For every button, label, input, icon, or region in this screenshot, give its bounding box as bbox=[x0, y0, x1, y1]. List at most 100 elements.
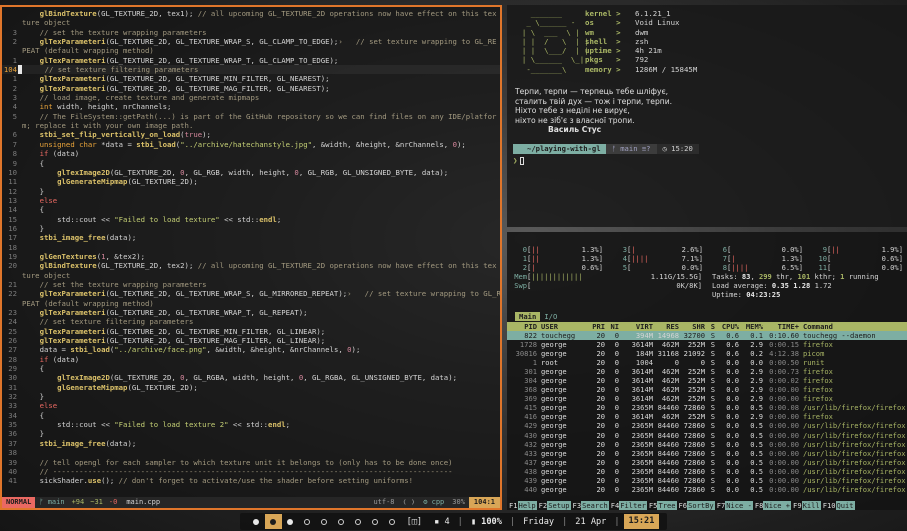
fkey-button[interactable]: F9 Kill bbox=[791, 501, 821, 510]
code-line[interactable]: 39 // tell opengl for each sampler to wh… bbox=[2, 458, 500, 467]
htop-window[interactable]: 0[|| 1.3%] 3[| 2.6%] 6[0.0%] 9[|| 1.9%] 1[|| 1.3… bbox=[507, 232, 907, 510]
code-line[interactable]: 41 sickShader.use(); // don't forget to … bbox=[2, 476, 500, 485]
code-line[interactable]: glBindTexture(GL_TEXTURE_2D, tex1); // a… bbox=[2, 9, 500, 18]
code-line[interactable]: 14 { bbox=[2, 205, 500, 214]
code-line[interactable]: 8 if (data) bbox=[2, 149, 500, 158]
fkey-button[interactable]: F4 Filter bbox=[609, 501, 647, 510]
column-header[interactable]: NI bbox=[605, 322, 619, 331]
fkey-button[interactable]: F3 Search bbox=[571, 501, 609, 510]
process-row[interactable]: 368 george 20 0 3614M 462M 252M S 0.0 2.9 0:00.00 f… bbox=[507, 385, 907, 394]
fkey-button[interactable]: F8 Nice + bbox=[753, 501, 792, 510]
process-row[interactable]: 369 george 20 0 3614M 462M 252M S 0.0 2.9 0:00.00 f… bbox=[507, 394, 907, 403]
process-row[interactable]: 416 george 20 0 3614M 462M 252M S 0.0 2.9 0:00.00 f… bbox=[507, 412, 907, 421]
code-line[interactable]: 33 else bbox=[2, 401, 500, 410]
workspace-button[interactable] bbox=[367, 514, 384, 529]
workspace-button[interactable] bbox=[316, 514, 333, 529]
shell-input-line[interactable]: ❯ bbox=[513, 156, 525, 165]
code-line[interactable]: ture object bbox=[2, 18, 500, 27]
code-line[interactable]: 15 std::cout << "Failed to load texture"… bbox=[2, 215, 500, 224]
process-row[interactable]: 438 george 20 0 2365M 84460 72860 S 0.0 0.5 0:00.0… bbox=[507, 467, 907, 476]
workspace-button[interactable] bbox=[350, 514, 367, 529]
code-line[interactable]: 13 else bbox=[2, 196, 500, 205]
process-row[interactable]: 30816 george 20 0 184M 31168 21092 S 0.6 0.2 4:12.… bbox=[507, 349, 907, 358]
column-header[interactable]: RES bbox=[653, 322, 679, 331]
code-line[interactable]: 19 glGenTextures(1, &tex2); bbox=[2, 252, 500, 261]
fkey-button[interactable]: F10 Quit bbox=[821, 501, 855, 510]
code-line[interactable]: 12 } bbox=[2, 187, 500, 196]
workspace-button[interactable] bbox=[264, 514, 282, 529]
process-row[interactable]: 437 george 20 0 2365M 84460 72860 S 0.0 0.5 0:00.0… bbox=[507, 458, 907, 467]
code-line[interactable]: 9 { bbox=[2, 159, 500, 168]
code-line[interactable]: 11 glGenerateMipmap(GL_TEXTURE_2D); bbox=[2, 177, 500, 186]
code-line[interactable]: 26 glTexParameteri(GL_TEXTURE_2D, GL_TEX… bbox=[2, 336, 500, 345]
process-row[interactable]: 432 george 20 0 2365M 84460 72860 S 0.0 0.5 0:00.0… bbox=[507, 440, 907, 449]
code-area[interactable]: glBindTexture(GL_TEXTURE_2D, tex1); // a… bbox=[2, 9, 500, 486]
fkey-button[interactable]: F1 Help bbox=[507, 501, 537, 510]
code-line[interactable]: 35 std::cout << "Failed to load texture … bbox=[2, 420, 500, 429]
code-line[interactable]: 28 if (data) bbox=[2, 355, 500, 364]
process-row[interactable]: 822 touchegg 20 0 394M 14968 32700 S 0.6 0.1 0:10.… bbox=[507, 331, 907, 341]
column-header[interactable]: TIME+ bbox=[763, 322, 799, 331]
column-header[interactable]: PRI bbox=[583, 322, 605, 331]
process-row[interactable]: 429 george 20 0 2365M 84460 72860 S 0.0 0.5 0:00.0… bbox=[507, 421, 907, 430]
code-line[interactable]: 18 bbox=[2, 243, 500, 252]
code-line[interactable]: 34 { bbox=[2, 411, 500, 420]
workspace-button[interactable] bbox=[333, 514, 350, 529]
column-header[interactable]: S bbox=[705, 322, 715, 331]
layout-indicator[interactable]: [◫] bbox=[407, 517, 423, 527]
column-header[interactable]: VIRT bbox=[619, 322, 653, 331]
column-header[interactable]: SHR bbox=[679, 322, 705, 331]
code-line[interactable]: 17 stbi_image_free(data); bbox=[2, 233, 500, 242]
code-line[interactable]: ture object bbox=[2, 271, 500, 280]
code-line[interactable]: 27 data = stbi_load("../archive/face.png… bbox=[2, 345, 500, 354]
code-line[interactable]: 2 glTexParameteri(GL_TEXTURE_2D, GL_TEXT… bbox=[2, 37, 500, 46]
tab-io[interactable]: I/O bbox=[540, 312, 561, 321]
code-line[interactable]: 1 glTexParameteri(GL_TEXTURE_2D, GL_TEXT… bbox=[2, 56, 500, 65]
code-line[interactable]: 16 } bbox=[2, 224, 500, 233]
process-row[interactable]: 1728 george 20 0 3614M 462M 252M S 0.6 2.9 0:00.15… bbox=[507, 340, 907, 349]
code-line[interactable]: 30 glTexImage2D(GL_TEXTURE_2D, 0, GL_RGB… bbox=[2, 373, 500, 382]
workspace-button[interactable] bbox=[384, 514, 401, 529]
process-row[interactable]: 304 george 20 0 3614M 462M 252M S 0.0 2.9 0:00.02 f… bbox=[507, 376, 907, 385]
process-row[interactable]: 440 george 20 0 2365M 84460 72860 S 0.0 0.5 0:00.0… bbox=[507, 485, 907, 494]
process-row[interactable]: 433 george 20 0 2365M 84460 72860 S 0.0 0.5 0:00.0… bbox=[507, 449, 907, 458]
code-line[interactable]: 3 // set the texture wrapping parameters bbox=[2, 28, 500, 37]
column-header[interactable]: PID bbox=[507, 322, 537, 331]
code-line[interactable]: 32 } bbox=[2, 392, 500, 401]
fkey-button[interactable]: F5 Tree bbox=[647, 501, 677, 510]
fetch-terminal-window[interactable]: _______ _ \______ - | \ ___ \ | | | / \ … bbox=[507, 5, 907, 227]
code-line[interactable]: 5 // The FileSystem::getPath(...) is par… bbox=[2, 112, 500, 121]
code-line[interactable]: 29 { bbox=[2, 364, 500, 373]
workspace-button[interactable] bbox=[248, 514, 265, 529]
code-line[interactable]: PEAT (default wrapping method) bbox=[2, 46, 500, 55]
code-line[interactable]: 2 glTexParameteri(GL_TEXTURE_2D, GL_TEXT… bbox=[2, 84, 500, 93]
workspace-button[interactable] bbox=[299, 514, 316, 529]
code-editor-window[interactable]: glBindTexture(GL_TEXTURE_2D, tex1); // a… bbox=[0, 5, 502, 510]
code-line[interactable]: 23 glTexParameteri(GL_TEXTURE_2D, GL_TEX… bbox=[2, 308, 500, 317]
code-line[interactable]: 40 // ----------------------------------… bbox=[2, 467, 500, 476]
tab-main[interactable]: Main bbox=[515, 312, 541, 321]
workspace-button[interactable] bbox=[282, 514, 299, 529]
fkey-button[interactable]: F7 Nice - bbox=[715, 501, 753, 510]
column-header[interactable]: USER bbox=[537, 322, 583, 331]
fkey-button[interactable]: F6 SortBy bbox=[677, 501, 715, 510]
process-row[interactable]: 1 root 20 0 1004 0 0 S 0.0 0.0 0:00.50 runit bbox=[507, 358, 907, 367]
code-line[interactable]: 38 bbox=[2, 448, 500, 457]
column-header[interactable]: CPU% bbox=[715, 322, 739, 331]
code-line[interactable]: 10 glTexImage2D(GL_TEXTURE_2D, 0, GL_RGB… bbox=[2, 168, 500, 177]
code-line[interactable]: 22 glTexParameteri(GL_TEXTURE_2D, GL_TEX… bbox=[2, 289, 500, 298]
code-line[interactable]: 25 glTexParameteri(GL_TEXTURE_2D, GL_TEX… bbox=[2, 327, 500, 336]
column-header[interactable]: Command bbox=[799, 322, 907, 331]
process-row[interactable]: 430 george 20 0 2365M 84460 72860 S 0.0 0.5 0:00.0… bbox=[507, 431, 907, 440]
code-line[interactable]: 31 glGenerateMipmap(GL_TEXTURE_2D); bbox=[2, 383, 500, 392]
code-line[interactable]: 6 stbi_set_flip_vertically_on_load(true)… bbox=[2, 130, 500, 139]
code-line[interactable]: m; replace it with your own image path. bbox=[2, 121, 500, 130]
code-line[interactable]: 1 glTexParameteri(GL_TEXTURE_2D, GL_TEXT… bbox=[2, 74, 500, 83]
code-line[interactable]: 3 // load image, create texture and gene… bbox=[2, 93, 500, 102]
code-line[interactable]: 7 unsigned char *data = stbi_load("../ar… bbox=[2, 140, 500, 149]
process-table[interactable]: 822 touchegg 20 0 394M 14968 32700 S 0.6 0.1 0:10.… bbox=[507, 331, 907, 494]
process-row[interactable]: 301 george 20 0 3614M 462M 252M S 0.0 2.9 0:00.73 f… bbox=[507, 367, 907, 376]
process-row[interactable]: 415 george 20 0 2365M 84460 72860 S 0.0 0.5 0:00.0… bbox=[507, 403, 907, 412]
code-line[interactable]: 104 // set texture filtering parameters bbox=[2, 65, 500, 75]
fkey-button[interactable]: F2 Setup bbox=[537, 501, 571, 510]
